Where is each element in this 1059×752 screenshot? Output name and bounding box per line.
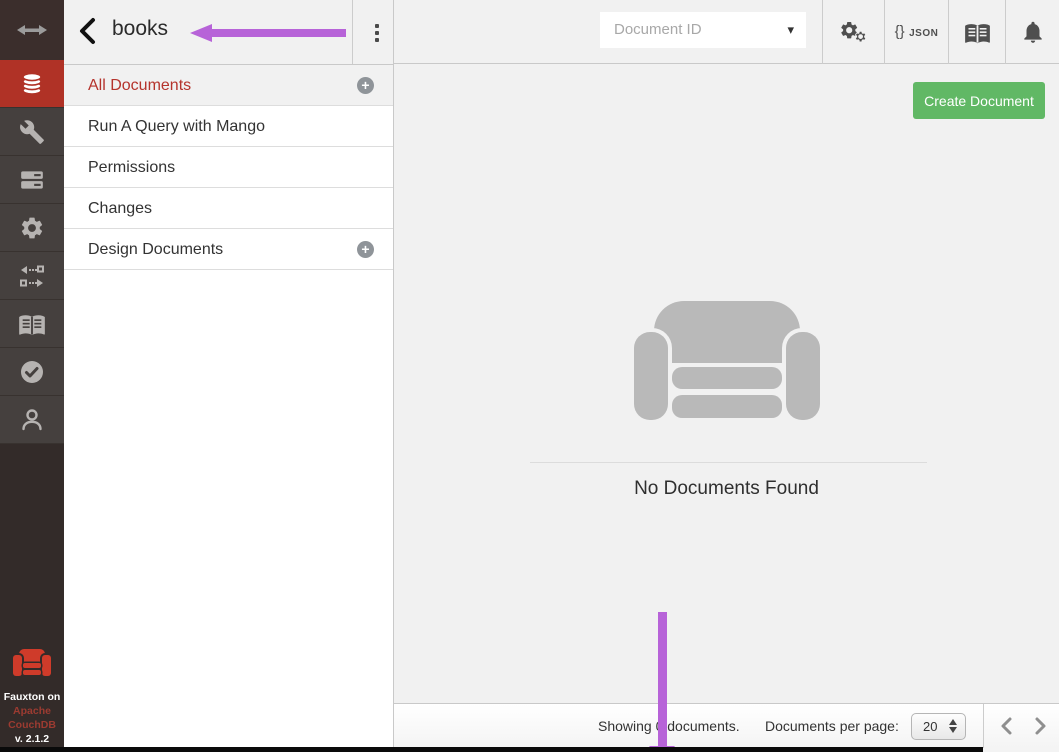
wrench-icon bbox=[19, 119, 45, 145]
select-stepper-icon bbox=[949, 719, 957, 733]
sidebar-item-setup[interactable] bbox=[0, 108, 64, 156]
version-text: Fauxton on Apache CouchDB v. 2.1.2 bbox=[0, 690, 64, 746]
annotation-arrow-left bbox=[190, 24, 346, 42]
kebab-menu-icon bbox=[375, 24, 379, 28]
database-menu: All Documents + Run A Query with Mango P… bbox=[64, 65, 393, 270]
fauxton-app: Fauxton on Apache CouchDB v. 2.1.2 books bbox=[0, 0, 1059, 752]
api-docs-button[interactable] bbox=[949, 0, 1005, 64]
menu-item-permissions[interactable]: Permissions bbox=[64, 147, 393, 188]
empty-state-title: No Documents Found bbox=[394, 478, 1059, 500]
window-bottom-edge bbox=[0, 747, 983, 752]
menu-item-all-documents[interactable]: All Documents + bbox=[64, 65, 393, 106]
couchdb-logo bbox=[12, 649, 52, 676]
documents-per-page-select[interactable]: 20 bbox=[911, 713, 966, 740]
gears-icon bbox=[837, 17, 871, 47]
database-icon bbox=[18, 70, 46, 98]
account-person-icon bbox=[18, 406, 46, 434]
sidebar-item-configuration[interactable] bbox=[0, 204, 64, 252]
menu-item-label: Run A Query with Mango bbox=[88, 118, 265, 135]
notifications-button[interactable] bbox=[1006, 0, 1059, 64]
brand-line-4: v. 2.1.2 bbox=[0, 732, 64, 746]
per-page-value: 20 bbox=[923, 719, 937, 734]
showing-documents-text: Showing 0 documents. bbox=[598, 704, 740, 748]
query-options-button[interactable] bbox=[823, 0, 884, 64]
active-tasks-icon bbox=[19, 167, 45, 193]
sidebar-item-documentation[interactable] bbox=[0, 300, 64, 348]
pagination-footer: Showing 0 documents. Documents per page:… bbox=[394, 703, 1059, 752]
back-button[interactable] bbox=[76, 16, 104, 48]
menu-item-changes[interactable]: Changes bbox=[64, 188, 393, 229]
previous-page-button[interactable] bbox=[992, 704, 1020, 748]
book-icon bbox=[964, 19, 991, 46]
sidebar-resize-button[interactable] bbox=[0, 0, 64, 60]
verify-check-icon bbox=[18, 358, 46, 386]
menu-item-label: All Documents bbox=[88, 77, 191, 94]
sidebar-item-databases[interactable] bbox=[0, 60, 64, 108]
documents-per-page-label: Documents per page: bbox=[765, 704, 899, 748]
sidebar-item-active-tasks[interactable] bbox=[0, 156, 64, 204]
next-page-button[interactable] bbox=[1026, 704, 1054, 748]
add-design-document-button[interactable]: + bbox=[357, 241, 374, 258]
chevron-down-icon: ▾ bbox=[787, 12, 794, 48]
brand-line-2: Apache bbox=[0, 704, 64, 718]
footer-divider bbox=[983, 704, 984, 748]
chevron-left-icon bbox=[76, 16, 100, 46]
database-panel-header: books bbox=[64, 0, 393, 65]
main-area: Document ID ▾ {} JSON bbox=[394, 0, 1059, 752]
add-document-button[interactable]: + bbox=[357, 77, 374, 94]
documentation-book-icon bbox=[18, 310, 46, 338]
json-view-button[interactable]: {} JSON bbox=[885, 0, 948, 64]
sidebar-item-replication[interactable] bbox=[0, 252, 64, 300]
sidebar-nav bbox=[0, 60, 64, 444]
main-header: Document ID ▾ {} JSON bbox=[394, 0, 1059, 64]
gear-icon bbox=[19, 215, 45, 241]
database-panel: books All Documents + Run A Query with M… bbox=[64, 0, 394, 752]
document-id-select-value: Document ID bbox=[614, 21, 702, 38]
menu-item-design-documents[interactable]: Design Documents + bbox=[64, 229, 393, 270]
primary-sidebar: Fauxton on Apache CouchDB v. 2.1.2 bbox=[0, 0, 64, 752]
database-options-menu-button[interactable] bbox=[364, 21, 390, 45]
document-id-sort-select[interactable]: Document ID ▾ bbox=[600, 12, 806, 48]
empty-state-couch-icon bbox=[634, 301, 820, 420]
sidebar-brand: Fauxton on Apache CouchDB v. 2.1.2 bbox=[0, 649, 64, 746]
menu-item-label: Design Documents bbox=[88, 241, 223, 258]
empty-state-divider bbox=[530, 462, 927, 463]
menu-item-mango-query[interactable]: Run A Query with Mango bbox=[64, 106, 393, 147]
menu-item-label: Changes bbox=[88, 200, 152, 217]
header-divider bbox=[352, 0, 353, 64]
json-button-label: {} JSON bbox=[895, 23, 939, 41]
create-document-button[interactable]: Create Document bbox=[913, 82, 1045, 119]
documents-content: Create Document No Documents Found bbox=[394, 64, 1059, 703]
replication-icon bbox=[19, 264, 45, 288]
brand-line-3: CouchDB bbox=[0, 718, 64, 732]
brand-line-1: Fauxton on bbox=[0, 690, 64, 704]
chevron-left-icon bbox=[1000, 716, 1013, 736]
bell-icon bbox=[1020, 19, 1046, 45]
database-name-title: books bbox=[112, 17, 168, 41]
sidebar-item-account[interactable] bbox=[0, 396, 64, 444]
menu-item-label: Permissions bbox=[88, 159, 175, 176]
chevron-right-icon bbox=[1034, 716, 1047, 736]
sidebar-item-verify[interactable] bbox=[0, 348, 64, 396]
resize-horizontal-icon bbox=[17, 22, 47, 38]
